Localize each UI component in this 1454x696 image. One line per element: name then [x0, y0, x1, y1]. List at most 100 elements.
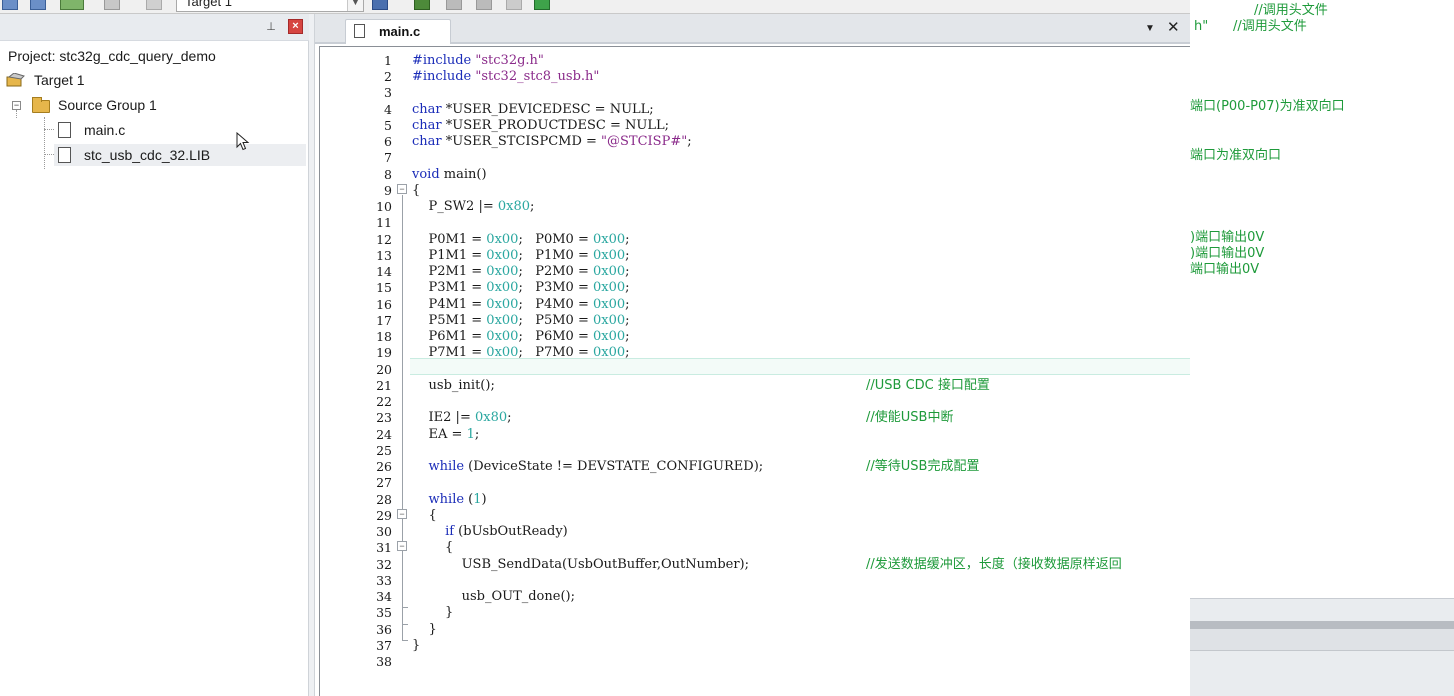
code-editor: main.c ▼ ✕ 1 2 3 4 5 6 7 8 9 10 11 12 13 14 15 16 17 18 19…: [314, 14, 1191, 696]
tab-label: main.c: [379, 24, 421, 39]
tree-item-file[interactable]: stc_usb_cdc_32.LIB: [54, 144, 306, 166]
code-line: void main(): [412, 167, 487, 183]
code-text: {: [412, 508, 437, 523]
collapse-icon[interactable]: −: [12, 101, 21, 110]
line-number: 21: [376, 378, 392, 393]
line-number: 28: [376, 492, 392, 507]
line-number: 32: [376, 557, 392, 572]
line-number: 6: [384, 134, 392, 149]
save-icon[interactable]: [2, 0, 18, 10]
close-icon[interactable]: ✕: [1167, 20, 1180, 35]
line-number: 4: [384, 102, 392, 117]
code-text: char *USER_STCISPCMD = "@STCISP#";: [412, 134, 692, 149]
build-icon[interactable]: [60, 0, 84, 10]
code-text: P5M1 = 0x00; P5M0 = 0x00;: [412, 313, 630, 328]
project-title: Project: stc32g_cdc_query_demo: [8, 48, 216, 64]
line-number: 10: [376, 199, 392, 214]
background-comment: 端口(P00-P07)为准双向口: [1190, 99, 1345, 114]
fold-icon[interactable]: −: [397, 184, 407, 194]
target-select[interactable]: Target 1 ▼: [176, 0, 364, 12]
load-icon[interactable]: [476, 0, 492, 10]
fold-icon[interactable]: −: [397, 509, 407, 519]
chevron-down-icon[interactable]: ▼: [347, 0, 363, 11]
translate-icon[interactable]: [506, 0, 522, 10]
file-icon: [58, 122, 71, 138]
background-comment: 端口输出0V: [1190, 262, 1260, 277]
line-number: 1: [384, 53, 392, 68]
debug-icon[interactable]: [146, 0, 162, 10]
line-number: 35: [376, 605, 392, 620]
code-line: char *USER_DEVICEDESC = NULL;: [412, 102, 654, 118]
chevron-down-icon[interactable]: ▼: [1145, 23, 1155, 34]
background-comment: //调用头文件: [1254, 3, 1328, 18]
code-area[interactable]: 1 2 3 4 5 6 7 8 9 10 11 12 13 14 15 16 17 18 19 20 21 22 23 24 2…: [319, 46, 1191, 696]
code-line: while (DeviceState != DEVSTATE_CONFIGURE…: [412, 459, 764, 475]
close-icon[interactable]: ×: [288, 19, 303, 34]
code-text: P2M1 = 0x00; P2M0 = 0x00;: [412, 264, 630, 279]
line-number: 36: [376, 622, 392, 637]
line-number: 38: [376, 654, 392, 669]
code-text: P0M1 = 0x00; P0M0 = 0x00;: [412, 232, 630, 247]
line-number: 15: [376, 280, 392, 295]
code-text: P4M1 = 0x00; P4M0 = 0x00;: [412, 297, 630, 312]
flash-icon[interactable]: [534, 0, 550, 10]
code-comment: //发送数据缓冲区，长度（接收数据原样返回: [866, 557, 1122, 572]
tree-connector: [44, 117, 45, 169]
code-text: P7M1 = 0x00; P7M0 = 0x00;: [412, 345, 630, 360]
line-number: 12: [376, 232, 392, 247]
code-line: if (bUsbOutReady): [412, 524, 568, 540]
panel-header: ⊥ ×: [0, 14, 309, 41]
code-text: char *USER_DEVICEDESC = NULL;: [412, 102, 654, 117]
code-line: {: [412, 508, 437, 524]
code-line: usb_init();: [412, 378, 495, 394]
line-number: 25: [376, 443, 392, 458]
line-number: 19: [376, 345, 392, 360]
tree-item-source-group[interactable]: − Source Group 1: [10, 94, 306, 116]
line-number: 23: [376, 410, 392, 425]
code-line: }: [412, 622, 437, 638]
code-comment: //USB CDC 接口配置: [866, 378, 990, 393]
background-comment: h" //调用头文件: [1194, 19, 1307, 34]
batch-icon[interactable]: [104, 0, 120, 10]
code-text: #include "stc32g.h": [412, 53, 544, 68]
code-text: {: [412, 183, 421, 198]
code-text: P1M1 = 0x00; P1M0 = 0x00;: [412, 248, 630, 263]
code-line: #include "stc32_stc8_usb.h": [412, 69, 599, 85]
tab-main-c[interactable]: main.c: [345, 19, 451, 44]
code-comment: //使能USB中断: [866, 410, 954, 425]
project-label[interactable]: Project: stc32g_cdc_query_demo: [8, 45, 216, 67]
line-number: 13: [376, 248, 392, 263]
background-window-bottom: [1190, 598, 1454, 696]
code-text: if (bUsbOutReady): [445, 524, 568, 539]
background-comment: )端口输出0V: [1190, 246, 1265, 261]
options-icon[interactable]: [372, 0, 388, 10]
code-text: void main(): [412, 167, 487, 182]
tree-item-target[interactable]: Target 1: [6, 69, 306, 91]
code-line: IE2 |= 0x80;: [412, 410, 512, 426]
line-number: 22: [376, 394, 392, 409]
tree-connector: [44, 129, 54, 130]
line-number: 27: [376, 475, 392, 490]
code-line: }: [412, 638, 420, 654]
code-text: P3M1 = 0x00; P3M0 = 0x00;: [412, 280, 630, 295]
line-number: 37: [376, 638, 392, 653]
code-text: usb_init();: [412, 378, 495, 393]
tree-item-file[interactable]: main.c: [54, 119, 306, 141]
code-text: }: [412, 622, 437, 637]
scrollbar[interactable]: [1190, 621, 1454, 629]
line-number: 11: [376, 215, 392, 230]
save-all-icon[interactable]: [30, 0, 46, 10]
code-line: P6M1 = 0x00; P6M0 = 0x00;: [412, 329, 630, 345]
code-line: P2M1 = 0x00; P2M0 = 0x00;: [412, 264, 630, 280]
manage-icon[interactable]: [414, 0, 430, 10]
line-number: 2: [384, 69, 392, 84]
code-text: char *USER_PRODUCTDESC = NULL;: [412, 118, 669, 133]
fold-icon[interactable]: −: [397, 541, 407, 551]
download-icon[interactable]: [446, 0, 462, 10]
file-icon: [58, 147, 71, 163]
line-number: 3: [384, 85, 392, 100]
line-number-gutter: 1 2 3 4 5 6 7 8 9 10 11 12 13 14 15 16 17 18 19 20 21 22 23 24 2…: [320, 47, 392, 696]
code-line: {: [412, 540, 453, 556]
pin-icon[interactable]: ⊥: [264, 20, 278, 34]
code-text: #include "stc32_stc8_usb.h": [412, 69, 600, 84]
